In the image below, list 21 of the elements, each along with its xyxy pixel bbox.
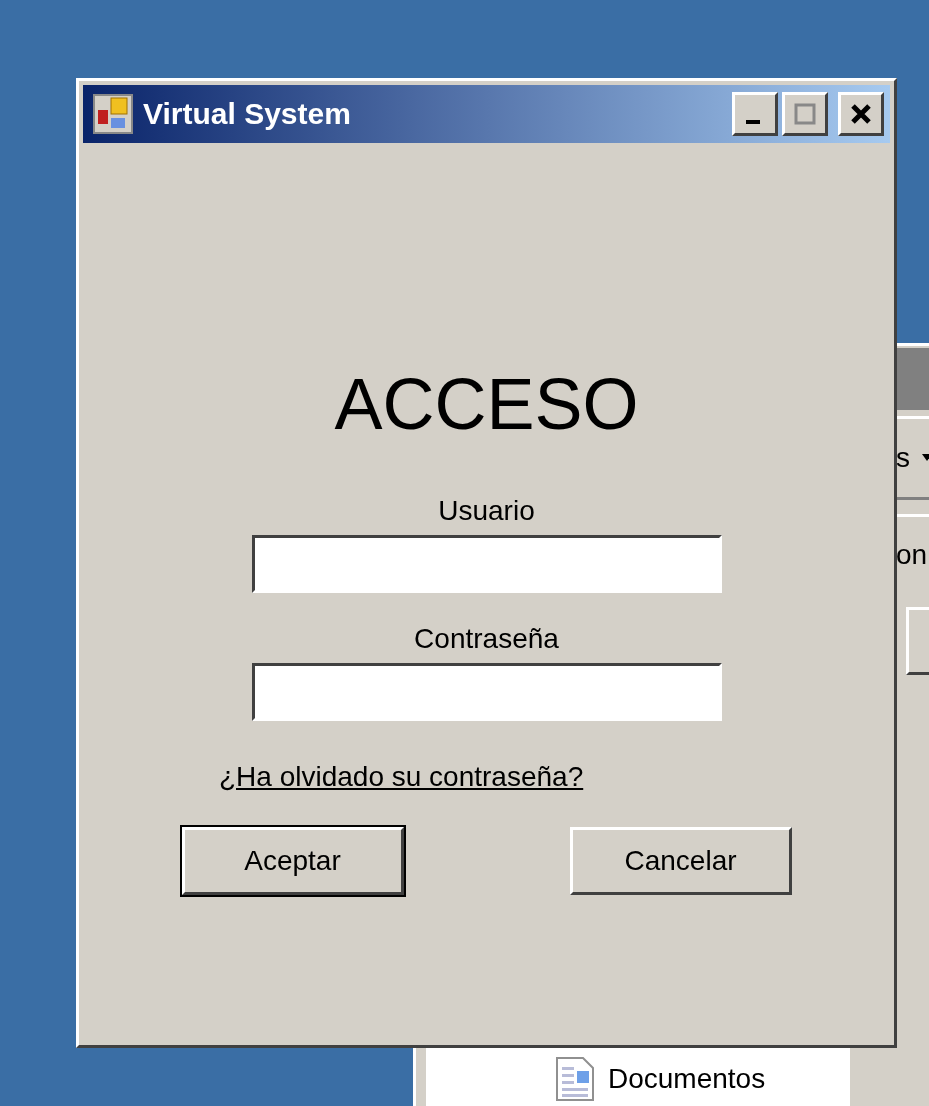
app-icon — [93, 94, 133, 134]
file-label[interactable]: Documentos — [608, 1063, 766, 1095]
close-button[interactable] — [838, 92, 884, 136]
field-label: Usuario — [438, 495, 535, 527]
caret-icon — [922, 454, 929, 462]
document-icon — [556, 1057, 594, 1101]
input-field[interactable] — [251, 535, 722, 593]
heading: ACCESO — [334, 363, 639, 445]
forgot-password-link[interactable]: ¿Ha olvidado su contraseña? — [219, 761, 584, 793]
close-icon — [850, 103, 872, 125]
dialog-button[interactable]: Aceptar — [181, 827, 404, 895]
maximize-button[interactable] — [782, 92, 828, 136]
dialog-button[interactable]: Cancelar — [569, 827, 792, 895]
maximize-icon — [793, 102, 817, 126]
minimize-button[interactable] — [732, 92, 778, 136]
field-label: Contraseña — [414, 623, 559, 655]
window-title: Virtual System — [143, 97, 352, 131]
row-text: on — [896, 539, 928, 571]
input-field[interactable] — [251, 663, 722, 721]
toolbar-text: s — [896, 442, 910, 474]
minimize-icon — [746, 120, 760, 124]
